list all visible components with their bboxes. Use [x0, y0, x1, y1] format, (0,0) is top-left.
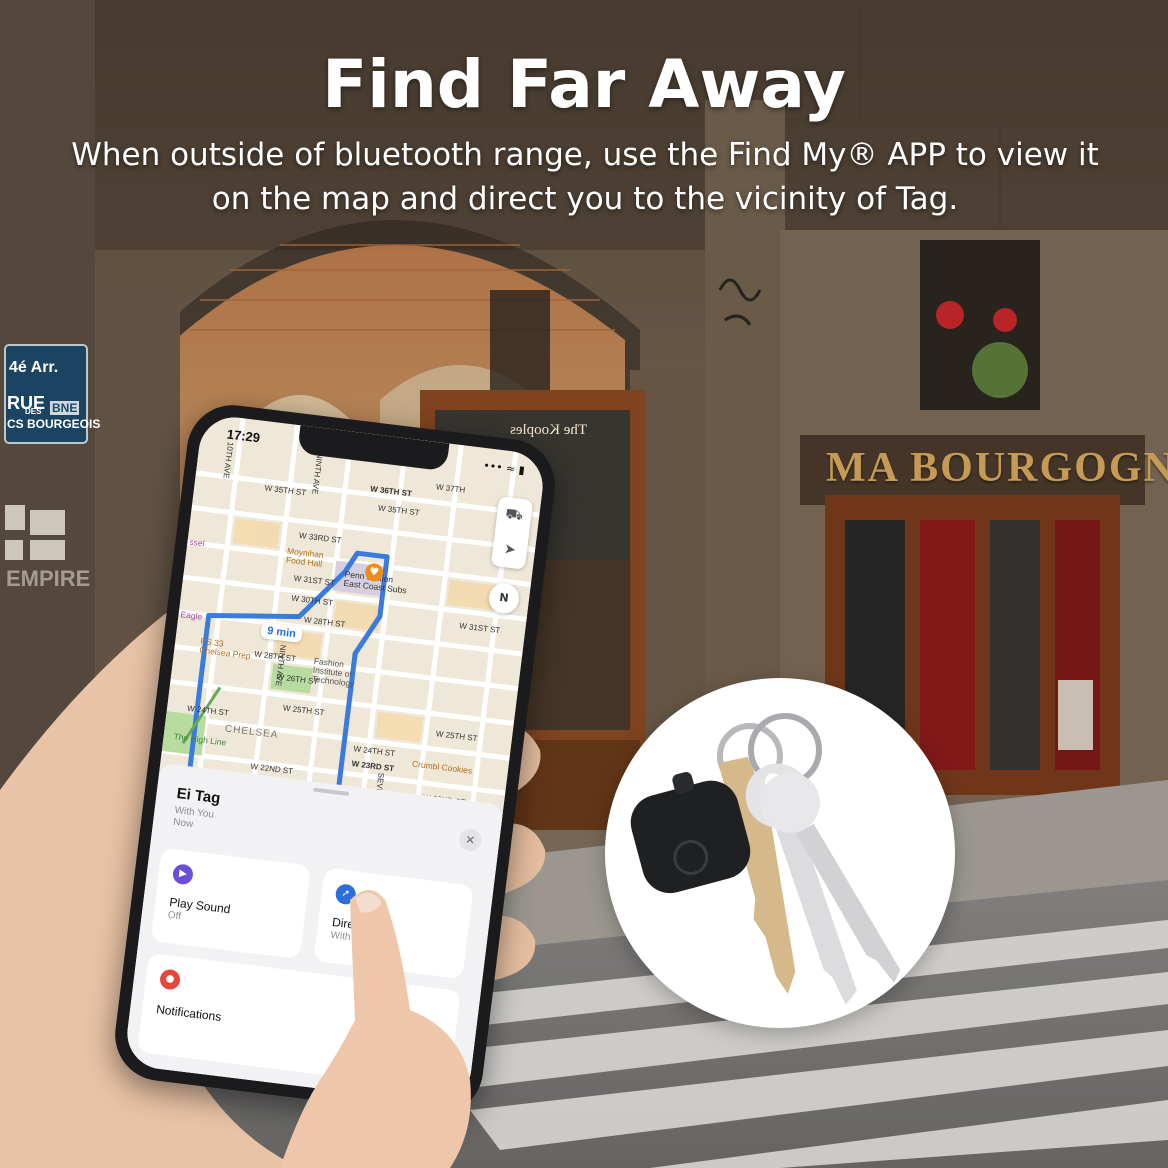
- item-name: Ei Tag: [175, 785, 222, 808]
- location-arrow-icon[interactable]: ➤: [491, 531, 529, 570]
- sheet-grabber[interactable]: [312, 787, 350, 796]
- close-button[interactable]: ✕: [457, 827, 483, 853]
- poi-fit[interactable]: Fashion Institute of Technology: [311, 656, 357, 689]
- bell-icon: ●: [158, 968, 182, 991]
- play-sound-status: Off: [167, 909, 182, 923]
- street-sign-bne: BNE: [50, 401, 80, 415]
- play-icon: ▶: [171, 863, 195, 886]
- product-banner: 4é Arr. RUE DES BNE CS BOURGEOIS EMPIRE …: [0, 0, 1168, 1168]
- car-icon[interactable]: ⛟: [495, 496, 533, 535]
- item-status: With You Now: [172, 805, 215, 834]
- keychain-illustration: [630, 713, 901, 1005]
- subline: When outside of bluetooth range, use the…: [71, 137, 1099, 217]
- pointing-hand: [280, 890, 471, 1168]
- street-sign-des: DES: [25, 407, 42, 416]
- shop-sign: MA BOURGOGNE: [826, 445, 1168, 491]
- street-sign-arrondissement: 4é Arr.: [9, 359, 59, 376]
- notifications-label: Notifications: [155, 1002, 223, 1024]
- street-sign: 4é Arr. RUE DES BNE CS BOURGEOIS: [5, 345, 100, 443]
- tag-on-keychain-image: [605, 678, 955, 1028]
- poi-ssel[interactable]: ssel: [189, 537, 205, 549]
- store-sign: The Kooples: [510, 422, 588, 438]
- headline: Find Far Away: [322, 46, 846, 123]
- street-sign-bourgeois: CS BOURGEOIS: [7, 417, 101, 431]
